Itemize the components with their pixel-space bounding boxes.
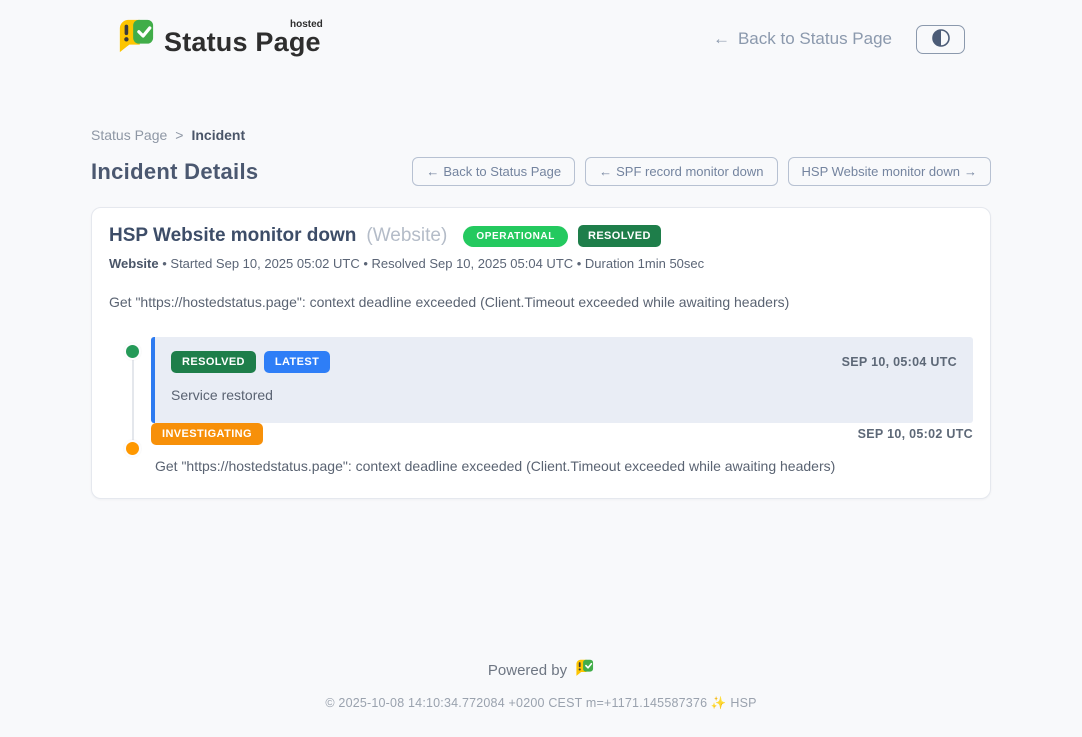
main-content: Status Page > Incident Incident Details … — [91, 76, 991, 499]
incident-nav-buttons: ← Back to Status Page ← SPF record monit… — [412, 157, 991, 186]
resolved-state-badge: RESOLVED — [578, 225, 661, 247]
timeline-message: Service restored — [171, 387, 957, 403]
arrow-left-icon: ← — [599, 164, 612, 179]
brand-superscript: hosted — [290, 19, 323, 30]
back-to-status-page-button[interactable]: ← Back to Status Page — [412, 157, 575, 186]
timeline-timestamp: SEP 10, 05:04 UTC — [842, 355, 957, 369]
nav-button-label: Back to Status Page — [443, 164, 561, 179]
theme-toggle-button[interactable] — [916, 25, 965, 54]
timeline-dot-resolved — [124, 343, 141, 360]
brand-logo[interactable]: Status Page hosted — [117, 18, 321, 60]
incident-description: Get "https://hostedstatus.page": context… — [109, 294, 973, 310]
breadcrumb-separator-icon: > — [175, 127, 183, 143]
incident-title: HSP Website monitor down — [109, 225, 356, 247]
arrow-left-icon: ← — [713, 29, 730, 49]
header-back-link[interactable]: ← Back to Status Page — [713, 29, 892, 49]
status-page-logo-icon — [117, 18, 155, 60]
incident-meta-details: • Started Sep 10, 2025 05:02 UTC • Resol… — [162, 256, 704, 271]
timeline-message: Get "https://hostedstatus.page": context… — [151, 458, 973, 474]
nav-button-label: SPF record monitor down — [616, 164, 763, 179]
prev-incident-button[interactable]: ← SPF record monitor down — [585, 157, 777, 186]
resolved-badge: RESOLVED — [171, 351, 256, 373]
breadcrumb: Status Page > Incident — [91, 127, 991, 143]
timeline-highlight-box: RESOLVED LATEST SEP 10, 05:04 UTC Servic… — [151, 337, 973, 423]
arrow-left-icon: ← — [426, 164, 439, 179]
incident-scope: (Website) — [366, 225, 447, 247]
copyright-text: © 2025-10-08 14:10:34.772084 +0200 CEST … — [0, 696, 1082, 711]
incident-card: HSP Website monitor down (Website) OPERA… — [91, 207, 991, 499]
status-page-app: Status Page hosted ← Back to Status Page — [0, 0, 1082, 737]
brand-name: Status Page — [164, 27, 321, 57]
theme-contrast-icon — [931, 28, 951, 51]
nav-button-label: HSP Website monitor down — [802, 164, 960, 179]
incident-meta: Website • Started Sep 10, 2025 05:02 UTC… — [109, 256, 973, 271]
page-title: Incident Details — [91, 159, 258, 185]
timeline-dot-investigating — [124, 440, 141, 457]
breadcrumb-root[interactable]: Status Page — [91, 127, 167, 143]
operational-status-badge: OPERATIONAL — [463, 226, 568, 247]
timeline-connector-line — [132, 351, 134, 450]
powered-by-link[interactable]: Powered by — [488, 659, 594, 681]
incident-timeline: RESOLVED LATEST SEP 10, 05:04 UTC Servic… — [109, 337, 973, 474]
next-incident-button[interactable]: HSP Website monitor down → — [788, 157, 991, 186]
header: Status Page hosted ← Back to Status Page — [0, 0, 1082, 76]
breadcrumb-current: Incident — [191, 127, 245, 143]
investigating-badge: INVESTIGATING — [151, 423, 263, 445]
powered-by-label: Powered by — [488, 662, 567, 679]
status-page-logo-icon — [575, 659, 594, 681]
incident-component: Website — [109, 256, 159, 271]
timeline-entry-resolved: RESOLVED LATEST SEP 10, 05:04 UTC Servic… — [151, 337, 973, 423]
header-back-link-label: Back to Status Page — [738, 29, 892, 49]
arrow-right-icon: → — [964, 164, 977, 179]
latest-badge: LATEST — [264, 351, 330, 373]
timeline-timestamp: SEP 10, 05:02 UTC — [858, 427, 973, 441]
footer: Powered by © 2025-10-08 14:10:34.772084 … — [0, 659, 1082, 737]
timeline-entry-investigating: INVESTIGATING SEP 10, 05:02 UTC Get "htt… — [151, 423, 973, 474]
